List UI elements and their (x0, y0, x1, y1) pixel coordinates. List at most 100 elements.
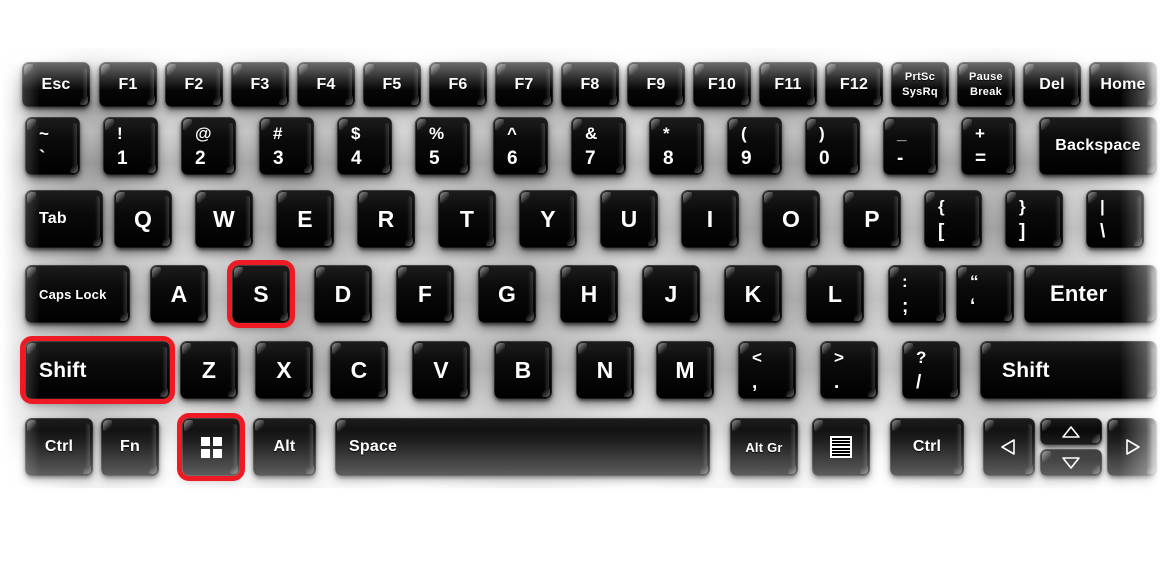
key-u[interactable]: U (600, 190, 658, 248)
key-2[interactable]: @ 2 (181, 117, 236, 175)
key-m[interactable]: M (656, 341, 714, 399)
key-alt-gr[interactable]: Alt Gr (730, 418, 798, 476)
key-k[interactable]: K (724, 265, 782, 323)
key-s[interactable]: S (232, 265, 290, 323)
key-windows[interactable] (182, 418, 240, 476)
key-5[interactable]: % 5 (415, 117, 470, 175)
key-f3[interactable]: F3 (231, 62, 289, 107)
key-f12[interactable]: F12 (825, 62, 883, 107)
key-slash[interactable]: ? / (902, 341, 960, 399)
key-f6[interactable]: F6 (429, 62, 487, 107)
key-v[interactable]: V (412, 341, 470, 399)
key-ctrl-right[interactable]: Ctrl (890, 418, 964, 476)
key-5-shifted: % (429, 123, 445, 143)
key-period[interactable]: > . (820, 341, 878, 399)
arrow-right-icon (1126, 439, 1140, 455)
key-8[interactable]: * 8 (649, 117, 704, 175)
key-period-base: . (834, 371, 840, 393)
key-p[interactable]: P (843, 190, 901, 248)
key-v-label: V (433, 356, 449, 383)
key-f4-label: F4 (316, 75, 336, 93)
key-pause-break-label-top: Pause (969, 70, 1003, 83)
key-alt-left[interactable]: Alt (253, 418, 316, 476)
key-quote[interactable]: “ ‘ (956, 265, 1014, 323)
key-home[interactable]: Home (1089, 62, 1157, 107)
key-f7[interactable]: F7 (495, 62, 553, 107)
key-1[interactable]: ! 1 (103, 117, 158, 175)
key-u-label: U (620, 205, 638, 232)
key-bracket-left[interactable]: { [ (924, 190, 982, 248)
key-tab[interactable]: Tab (25, 190, 103, 248)
key-shift-right[interactable]: Shift (980, 341, 1157, 399)
key-shift-left[interactable]: Shift (25, 341, 170, 399)
key-backslash[interactable]: | \ (1086, 190, 1144, 248)
key-f2[interactable]: F2 (165, 62, 223, 107)
key-h[interactable]: H (560, 265, 618, 323)
key-f9[interactable]: F9 (627, 62, 685, 107)
key-z[interactable]: Z (180, 341, 238, 399)
key-slash-base: / (916, 371, 922, 393)
key-w-label: W (213, 205, 235, 232)
key-d[interactable]: D (314, 265, 372, 323)
key-9[interactable]: ( 9 (727, 117, 782, 175)
key-f1[interactable]: F1 (99, 62, 157, 107)
key-pause-break[interactable]: Pause Break (957, 62, 1015, 107)
key-q[interactable]: Q (114, 190, 172, 248)
key-3-shifted: # (273, 123, 283, 143)
key-bracket-right[interactable]: } ] (1005, 190, 1063, 248)
key-t[interactable]: T (438, 190, 496, 248)
key-3[interactable]: # 3 (259, 117, 314, 175)
key-7[interactable]: & 7 (571, 117, 626, 175)
key-comma[interactable]: < , (738, 341, 796, 399)
key-n[interactable]: N (576, 341, 634, 399)
key-semicolon-shifted: : (902, 271, 908, 291)
key-g[interactable]: G (478, 265, 536, 323)
key-o[interactable]: O (762, 190, 820, 248)
key-backspace[interactable]: Backspace (1039, 117, 1157, 175)
key-arrow-right-glyph (1107, 418, 1157, 476)
key-arrow-down[interactable] (1040, 449, 1102, 476)
key-menu[interactable] (812, 418, 870, 476)
key-4[interactable]: $ 4 (337, 117, 392, 175)
key-6[interactable]: ^ 6 (493, 117, 548, 175)
key-fn[interactable]: Fn (101, 418, 159, 476)
key-f[interactable]: F (396, 265, 454, 323)
key-y[interactable]: Y (519, 190, 577, 248)
key-minus[interactable]: _ - (883, 117, 938, 175)
key-4-label: $ 4 (337, 117, 392, 175)
key-esc[interactable]: Esc (22, 62, 90, 107)
key-caps-lock[interactable]: Caps Lock (25, 265, 130, 323)
key-arrow-right[interactable] (1107, 418, 1157, 476)
key-f4[interactable]: F4 (297, 62, 355, 107)
key-arrow-left[interactable] (983, 418, 1035, 476)
key-delete[interactable]: Del (1023, 62, 1081, 107)
key-print-screen[interactable]: PrtSc SysRq (891, 62, 949, 107)
key-5-base: 5 (429, 147, 440, 169)
key-b[interactable]: B (494, 341, 552, 399)
key-f5[interactable]: F5 (363, 62, 421, 107)
key-b-label: B (514, 356, 532, 383)
key-l[interactable]: L (806, 265, 864, 323)
key-w[interactable]: W (195, 190, 253, 248)
key-0[interactable]: ) 0 (805, 117, 860, 175)
key-c[interactable]: C (330, 341, 388, 399)
key-r[interactable]: R (357, 190, 415, 248)
key-i[interactable]: I (681, 190, 739, 248)
key-space[interactable]: Space (335, 418, 710, 476)
key-arrow-up[interactable] (1040, 418, 1102, 445)
key-m-label: M (675, 356, 695, 383)
key-f10[interactable]: F10 (693, 62, 751, 107)
key-backtick[interactable]: ~ ` (25, 117, 80, 175)
key-enter[interactable]: Enter (1024, 265, 1157, 323)
key-e[interactable]: E (276, 190, 334, 248)
key-a[interactable]: A (150, 265, 208, 323)
key-f8[interactable]: F8 (561, 62, 619, 107)
key-j[interactable]: J (642, 265, 700, 323)
key-f1-label: F1 (118, 75, 138, 93)
key-x[interactable]: X (255, 341, 313, 399)
key-ctrl-left[interactable]: Ctrl (25, 418, 93, 476)
key-f11[interactable]: F11 (759, 62, 817, 107)
key-semicolon[interactable]: : ; (888, 265, 946, 323)
key-bracket-left-base: [ (938, 220, 945, 242)
key-equals[interactable]: + = (961, 117, 1016, 175)
